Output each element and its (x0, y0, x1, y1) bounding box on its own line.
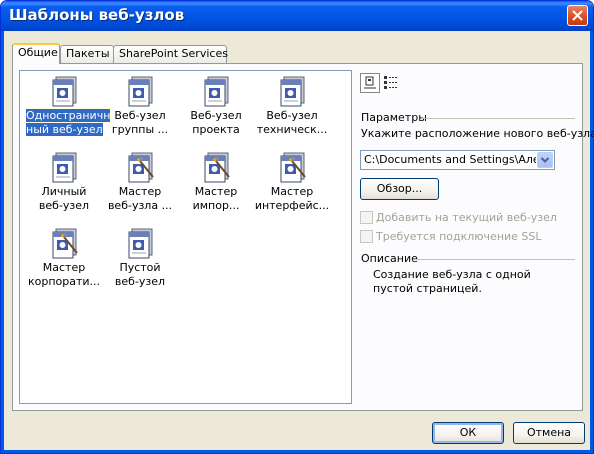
template-item[interactable]: Мастер интерфейс... (254, 151, 330, 221)
browse-button[interactable]: Обзор... (360, 178, 439, 200)
wizard-icon (50, 227, 80, 259)
window-title: Шаблоны веб-узлов (9, 6, 185, 24)
close-icon (572, 10, 583, 21)
parameters-heading: Параметры (361, 111, 427, 124)
location-value: C:\Documents and Settings\Алексе (364, 153, 536, 166)
details-view-button[interactable] (382, 73, 402, 93)
description-divider (413, 259, 575, 260)
template-label-line1: Одностраничн (24, 108, 112, 123)
template-label: Веб-узел проекта (178, 109, 254, 137)
view-toggle (360, 73, 404, 93)
chevron-down-icon (540, 157, 550, 163)
template-label: Мастер веб-узла ... (102, 185, 178, 213)
wizard-icon (278, 151, 308, 183)
template-list[interactable]: Одностраничн ный веб-узел Веб-узел группы .… (19, 70, 352, 404)
checkbox-box (360, 211, 373, 224)
template-label-line2: техническ... (256, 123, 328, 136)
web-page-icon (202, 75, 232, 107)
close-button[interactable] (567, 5, 588, 26)
web-page-icon (50, 151, 80, 183)
template-label: Пустой веб-узел (102, 261, 178, 289)
template-label-line2: веб-узла ... (107, 199, 173, 212)
template-label: Мастер импор... (178, 185, 254, 213)
description-text: Создание веб-узла с одной пустой страниц… (373, 268, 531, 295)
tab-general[interactable]: Общие (12, 43, 60, 64)
add-to-current-label: Добавить на текущий веб-узел (376, 211, 557, 224)
template-label-line2: веб-узел (114, 275, 166, 288)
ok-button[interactable]: ОК (432, 422, 504, 444)
web-page-icon (126, 227, 156, 259)
template-label-line1: Веб-узел (266, 109, 318, 122)
tab-label: SharePoint Services (119, 47, 228, 60)
template-label-line2: корпорати... (27, 275, 101, 288)
template-label-line1: Пустой (119, 261, 161, 274)
template-label-line1: Мастер (42, 261, 86, 274)
large-icons-view-icon (364, 76, 376, 89)
dropdown-button[interactable] (537, 152, 553, 168)
location-label: Укажите расположение нового веб-узла: (361, 127, 594, 140)
template-label: Веб-узел группы ... (102, 109, 178, 137)
large-icons-view-button[interactable] (360, 73, 380, 93)
template-label: Мастер корпорати... (26, 261, 102, 289)
template-label-line2: веб-узел (38, 199, 90, 212)
cancel-button[interactable]: Отмена (513, 422, 585, 444)
template-label-line1: Мастер (270, 185, 314, 198)
template-label: Мастер интерфейс... (254, 185, 330, 213)
template-label-line1: Мастер (118, 185, 162, 198)
tab-label: Пакеты (66, 47, 110, 60)
checkbox-box (360, 230, 373, 243)
details-view-icon (384, 76, 397, 89)
dialog-window: Шаблоны веб-узлов Общие Пакеты SharePoin… (0, 0, 594, 454)
template-item[interactable]: Мастер корпорати... (26, 227, 102, 297)
parameters-divider (421, 118, 575, 119)
location-combo[interactable]: C:\Documents and Settings\Алексе (360, 150, 555, 170)
template-label-line2: ный веб-узел (25, 122, 104, 137)
ssl-label: Требуется подключение SSL (376, 230, 542, 243)
web-page-icon (278, 75, 308, 107)
title-bar[interactable]: Шаблоны веб-узлов (1, 1, 593, 31)
template-item[interactable]: Мастер импор... (178, 151, 254, 221)
template-item[interactable]: Веб-узел техническ... (254, 75, 330, 145)
template-label-line2: импор... (192, 199, 240, 212)
template-label: Одностраничн ный веб-узел (24, 108, 112, 137)
template-item[interactable]: Веб-узел группы ... (102, 75, 178, 145)
template-label-line1: Личный (41, 185, 87, 198)
template-label-line2: интерфейс... (254, 199, 330, 212)
template-label: Веб-узел техническ... (254, 109, 330, 137)
template-label-line2: группы ... (111, 123, 169, 136)
template-label: Личный веб-узел (26, 185, 102, 213)
template-item[interactable]: Одностраничн ный веб-узел (24, 75, 112, 145)
template-item[interactable]: Веб-узел проекта (178, 75, 254, 145)
template-item[interactable]: Личный веб-узел (26, 151, 102, 221)
template-label-line1: Веб-узел (114, 109, 166, 122)
template-item[interactable]: Пустой веб-узел (102, 227, 178, 297)
template-label-line2: проекта (192, 123, 240, 136)
wizard-icon (202, 151, 232, 183)
tab-label: Общие (18, 46, 58, 59)
web-page-icon (126, 75, 156, 107)
tab-sharepoint-services[interactable]: SharePoint Services (113, 45, 228, 63)
template-label-line1: Мастер (194, 185, 238, 198)
description-heading: Описание (361, 252, 418, 265)
web-page-icon (50, 75, 80, 107)
tab-packages[interactable]: Пакеты (60, 45, 114, 63)
template-label-line1: Веб-узел (190, 109, 242, 122)
wizard-icon (126, 151, 156, 183)
template-item[interactable]: Мастер веб-узла ... (102, 151, 178, 221)
